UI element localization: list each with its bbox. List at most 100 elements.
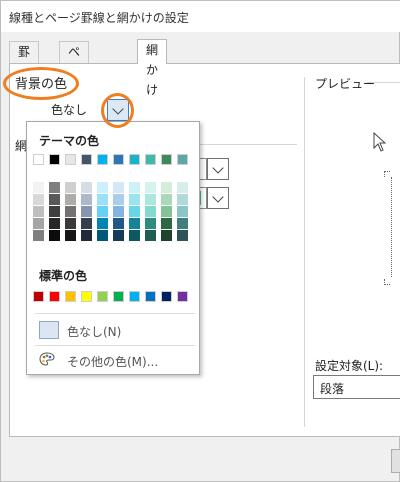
theme-color-shade-swatch[interactable] <box>161 230 172 241</box>
theme-color-swatch[interactable] <box>33 154 44 165</box>
palette-icon <box>39 352 55 366</box>
theme-color-shade-swatch[interactable] <box>49 230 60 241</box>
theme-color-shade-swatch[interactable] <box>129 230 140 241</box>
preview-label: プレビュー <box>315 77 376 91</box>
tab-page-borders[interactable]: ページ罫線 <box>59 41 90 139</box>
theme-color-swatch[interactable] <box>145 154 156 165</box>
theme-color-shade-swatch[interactable] <box>177 206 188 217</box>
theme-color-shade-swatch[interactable] <box>129 194 140 205</box>
theme-color-shade-swatch[interactable] <box>161 218 172 229</box>
theme-color-swatch[interactable] <box>97 154 108 165</box>
theme-color-shade-swatch[interactable] <box>49 218 60 229</box>
pattern-style-dropdown-button[interactable] <box>207 158 229 180</box>
theme-colors-header: テーマの色 <box>39 134 100 148</box>
section-divider <box>304 77 305 427</box>
apply-to-combo[interactable]: 段落 <box>313 375 400 399</box>
theme-color-swatch[interactable] <box>161 154 172 165</box>
background-color-dropdown-button[interactable] <box>107 99 129 121</box>
theme-color-shade-swatch[interactable] <box>177 218 188 229</box>
no-color-swatch[interactable] <box>39 321 59 339</box>
tab-borders[interactable]: 罫線 <box>9 41 40 79</box>
theme-color-shade-swatch[interactable] <box>33 218 44 229</box>
theme-color-shade-swatch[interactable] <box>145 218 156 229</box>
theme-color-swatch[interactable] <box>49 154 60 165</box>
dialog-window: 線種とページ罫線と網かけの設定 罫線 ページ罫線 網かけ 背景の色 色なし 網 … <box>0 0 400 482</box>
pattern-color-dropdown-button[interactable] <box>207 187 229 209</box>
theme-color-shade-swatch[interactable] <box>161 182 172 193</box>
title-bar: 線種とページ罫線と網かけの設定 <box>1 1 400 32</box>
preview-text-lines <box>391 177 395 277</box>
no-color-option[interactable]: 色なし(N) <box>67 323 121 340</box>
theme-color-shade-swatch[interactable] <box>113 206 124 217</box>
theme-color-shade-swatch[interactable] <box>81 218 92 229</box>
theme-color-shade-swatch[interactable] <box>177 230 188 241</box>
theme-color-swatch[interactable] <box>65 154 76 165</box>
theme-color-shade-swatch[interactable] <box>177 182 188 193</box>
preview-group-line <box>367 82 400 83</box>
theme-color-shade-swatch[interactable] <box>49 206 60 217</box>
standard-color-swatch[interactable] <box>33 291 44 302</box>
background-color-value: 色なし <box>51 103 88 117</box>
standard-color-swatch[interactable] <box>177 291 188 302</box>
standard-color-swatch[interactable] <box>113 291 124 302</box>
theme-color-shade-swatch[interactable] <box>129 218 140 229</box>
preview-margin-mark <box>384 171 390 177</box>
theme-color-shade-swatch[interactable] <box>49 182 60 193</box>
theme-color-shade-swatch[interactable] <box>97 230 108 241</box>
preview-margin-mark <box>384 279 390 285</box>
theme-color-shade-swatch[interactable] <box>113 230 124 241</box>
theme-color-shade-swatch[interactable] <box>129 182 140 193</box>
theme-color-shade-swatch[interactable] <box>33 194 44 205</box>
theme-color-shade-swatch[interactable] <box>129 206 140 217</box>
theme-color-shade-swatch[interactable] <box>81 182 92 193</box>
theme-color-swatch[interactable] <box>81 154 92 165</box>
theme-color-shade-swatch[interactable] <box>145 194 156 205</box>
theme-color-shade-swatch[interactable] <box>65 206 76 217</box>
theme-color-shade-swatch[interactable] <box>161 206 172 217</box>
theme-color-shade-swatch[interactable] <box>81 194 92 205</box>
theme-color-shade-swatch[interactable] <box>65 218 76 229</box>
apply-to-value: 段落 <box>320 382 345 396</box>
theme-color-shade-swatch[interactable] <box>33 230 44 241</box>
theme-color-shade-swatch[interactable] <box>97 218 108 229</box>
theme-color-swatch[interactable] <box>113 154 124 165</box>
theme-color-swatch[interactable] <box>177 154 188 165</box>
theme-color-shade-swatch[interactable] <box>33 206 44 217</box>
more-colors-option[interactable]: その他の色(M)... <box>67 353 158 370</box>
theme-color-shade-swatch[interactable] <box>113 194 124 205</box>
standard-color-swatch[interactable] <box>161 291 172 302</box>
theme-color-shade-swatch[interactable] <box>65 182 76 193</box>
chevron-down-icon <box>112 103 124 115</box>
standard-color-swatch[interactable] <box>97 291 108 302</box>
standard-color-swatch[interactable] <box>145 291 156 302</box>
standard-color-swatch[interactable] <box>129 291 140 302</box>
theme-color-shade-swatch[interactable] <box>97 182 108 193</box>
theme-color-shade-swatch[interactable] <box>177 194 188 205</box>
theme-color-shade-swatch[interactable] <box>145 206 156 217</box>
menu-separator <box>35 345 195 346</box>
theme-color-shade-swatch[interactable] <box>113 218 124 229</box>
standard-color-swatch[interactable] <box>65 291 76 302</box>
background-color-label: 背景の色 <box>15 77 68 92</box>
standard-color-swatch[interactable] <box>81 291 92 302</box>
theme-color-shade-swatch[interactable] <box>65 194 76 205</box>
theme-color-shade-swatch[interactable] <box>65 230 76 241</box>
standard-color-swatch[interactable] <box>49 291 60 302</box>
theme-color-shade-swatch[interactable] <box>145 182 156 193</box>
theme-color-shade-swatch[interactable] <box>145 230 156 241</box>
theme-color-shade-swatch[interactable] <box>161 194 172 205</box>
theme-color-shade-swatch[interactable] <box>49 194 60 205</box>
theme-color-shade-swatch[interactable] <box>81 230 92 241</box>
chevron-down-icon <box>212 191 224 203</box>
standard-colors-header: 標準の色 <box>39 269 88 283</box>
theme-color-shade-swatch[interactable] <box>33 182 44 193</box>
menu-separator <box>35 313 195 314</box>
color-picker-menu: テーマの色 標準の色 色なし(N) その他の色(M)... <box>26 121 200 375</box>
theme-color-swatch[interactable] <box>129 154 140 165</box>
tab-shading[interactable]: 網かけ <box>137 39 168 97</box>
theme-color-shade-swatch[interactable] <box>97 206 108 217</box>
theme-color-shade-swatch[interactable] <box>97 194 108 205</box>
theme-color-shade-swatch[interactable] <box>81 206 92 217</box>
theme-color-shade-swatch[interactable] <box>113 182 124 193</box>
ok-button[interactable] <box>391 449 400 473</box>
